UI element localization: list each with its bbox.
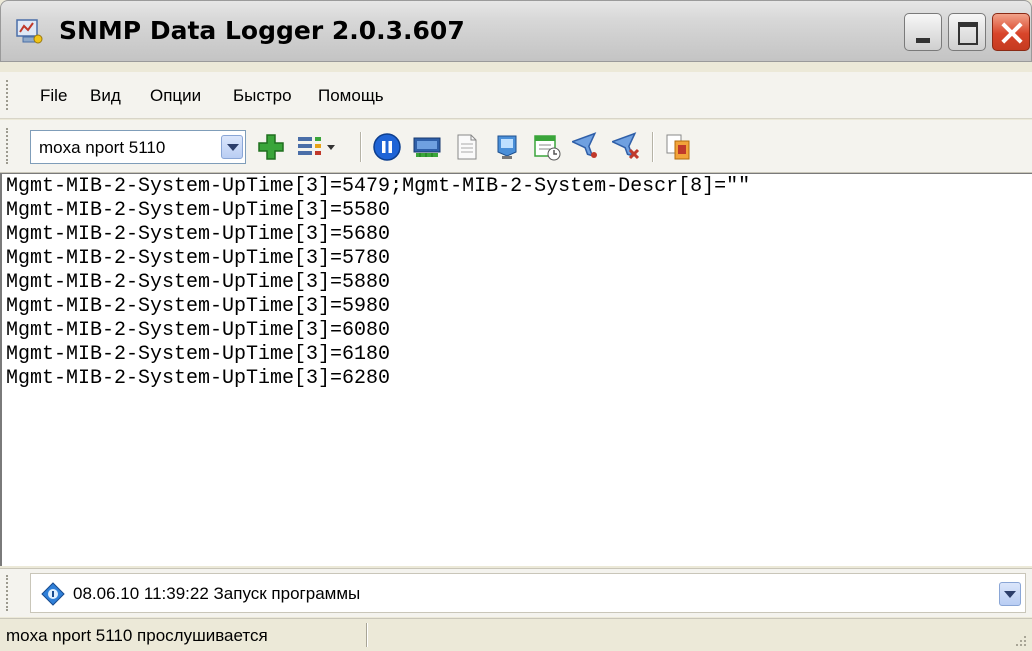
filter-remove-icon[interactable] [612, 132, 642, 162]
log-line: Mgmt-MIB-2-System-UpTime[3]=5980 [6, 295, 391, 318]
log-line: Mgmt-MIB-2-System-UpTime[3]=5580 [6, 199, 391, 222]
filter-icon[interactable] [572, 132, 602, 162]
log-line: Mgmt-MIB-2-System-UpTime[3]=5479;Mgmt-MI… [6, 175, 751, 198]
network-monitor-icon [16, 19, 43, 44]
log-line: Mgmt-MIB-2-System-UpTime[3]=6180 [6, 343, 391, 366]
event-text: 08.06.10 11:39:22 Запуск программы [73, 584, 361, 603]
maximize-button[interactable] [948, 13, 986, 51]
menu-bar: File Вид Опции Быстро Помощь [0, 72, 1032, 119]
profile-select-value: moxa nport 5110 [39, 138, 166, 157]
info-diamond-icon [41, 582, 65, 606]
status-divider [366, 623, 368, 647]
export-icon[interactable] [664, 132, 694, 162]
add-icon[interactable] [256, 132, 286, 162]
toolbar: moxa nport 5110 [0, 120, 1032, 173]
chevron-down-icon[interactable] [999, 582, 1021, 606]
minimize-button[interactable] [904, 13, 942, 51]
event-strip: 08.06.10 11:39:22 Запуск программы [0, 568, 1032, 617]
resize-grip-icon[interactable] [1012, 632, 1028, 648]
toolbar-separator [652, 132, 654, 162]
menu-options[interactable]: Опции [150, 86, 201, 106]
columns-icon[interactable] [296, 132, 338, 162]
status-text: moxa nport 5110 прослушивается [6, 626, 268, 645]
log-line: Mgmt-MIB-2-System-UpTime[3]=5780 [6, 247, 391, 270]
menu-file[interactable]: File [40, 86, 67, 106]
chevron-down-icon[interactable] [221, 135, 243, 159]
menubar-grip[interactable] [6, 80, 11, 110]
log-line: Mgmt-MIB-2-System-UpTime[3]=6080 [6, 319, 391, 342]
status-bar: moxa nport 5110 прослушивается [0, 618, 1032, 651]
monitor-icon[interactable] [492, 132, 522, 162]
toolbar-grip[interactable] [6, 128, 11, 164]
log-line: Mgmt-MIB-2-System-UpTime[3]=6280 [6, 367, 391, 390]
calendar-icon[interactable] [532, 132, 562, 162]
document-icon[interactable] [452, 132, 482, 162]
menu-view[interactable]: Вид [90, 86, 121, 106]
toolbar-separator [360, 132, 362, 162]
pause-icon[interactable] [372, 132, 402, 162]
menu-quick[interactable]: Быстро [233, 86, 292, 106]
menu-help[interactable]: Помощь [318, 86, 384, 106]
close-button[interactable] [992, 13, 1030, 51]
event-strip-grip[interactable] [6, 575, 11, 611]
log-line: Mgmt-MIB-2-System-UpTime[3]=5680 [6, 223, 391, 246]
event-select[interactable]: 08.06.10 11:39:22 Запуск программы [30, 573, 1026, 613]
title-bar[interactable]: SNMP Data Logger 2.0.3.607 [0, 0, 1032, 62]
window-title: SNMP Data Logger 2.0.3.607 [59, 16, 465, 45]
log-output[interactable]: Mgmt-MIB-2-System-UpTime[3]=5479;Mgmt-MI… [0, 173, 1032, 566]
app-window: SNMP Data Logger 2.0.3.607 File Вид Опци… [0, 0, 1032, 651]
device-icon[interactable] [412, 132, 442, 162]
profile-select[interactable]: moxa nport 5110 [30, 130, 246, 164]
log-line: Mgmt-MIB-2-System-UpTime[3]=5880 [6, 271, 391, 294]
